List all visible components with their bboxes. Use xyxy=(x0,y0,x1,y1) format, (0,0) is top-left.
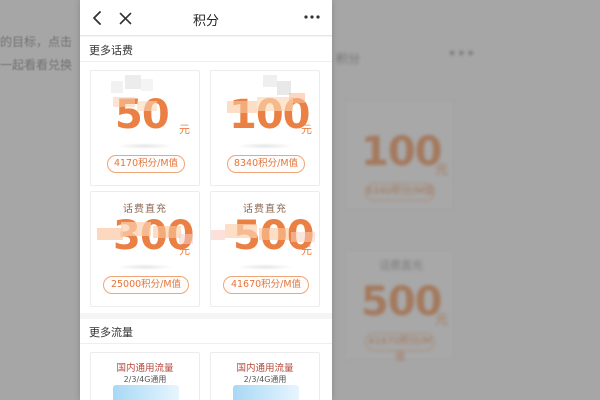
section-more-data: 更多流量 国内通用流量 2/3/4G通用 国内通用流量 2/3/4G通用 xyxy=(80,319,332,400)
data-card-subtitle: 2/3/4G通用 xyxy=(243,375,287,384)
more-button[interactable] xyxy=(302,7,322,27)
card-amount: 50 xyxy=(115,92,170,138)
card-amount-wrap: 300 元 xyxy=(91,212,199,262)
section-title: 更多流量 xyxy=(89,326,133,339)
data-card-title: 国内通用流量 xyxy=(116,363,174,374)
card-unit: 元 xyxy=(301,123,312,136)
card-points-pill: 8340积分/M值 xyxy=(227,155,305,173)
card-points-pill: 41670积分/M值 xyxy=(223,276,309,294)
card-shadow xyxy=(117,143,173,149)
credit-card-100[interactable]: 100 元 8340积分/M值 xyxy=(210,70,320,186)
card-points-pill: 25000积分/M值 xyxy=(103,276,189,294)
card-amount: 100 xyxy=(229,92,310,138)
data-card-amount-blurred xyxy=(233,385,299,400)
section-divider xyxy=(80,343,332,344)
credit-card-500[interactable]: 话费直充 500 元 41670积分/M值 xyxy=(210,191,320,307)
card-shadow xyxy=(117,264,173,270)
section-title: 更多话费 xyxy=(89,44,133,57)
card-shadow xyxy=(237,143,293,149)
data-card-subtitle: 2/3/4G通用 xyxy=(123,375,167,384)
data-card[interactable]: 国内通用流量 2/3/4G通用 xyxy=(210,352,320,400)
card-amount-wrap: 500 元 xyxy=(211,212,319,262)
credit-card-50[interactable]: 50 元 4170积分/M值 xyxy=(90,70,200,186)
card-amount-wrap: 50 元 xyxy=(91,91,199,141)
card-amount-wrap: 100 元 xyxy=(211,91,319,141)
section-divider xyxy=(80,61,332,62)
card-unit: 元 xyxy=(179,123,190,136)
points-panel: 积分 更多话费 50 元 4170积分/M值 100 元 8340积分/M值 话… xyxy=(80,0,332,400)
card-unit: 元 xyxy=(179,244,190,257)
card-unit: 元 xyxy=(301,244,312,257)
more-dots-icon xyxy=(304,15,320,19)
credit-card-300[interactable]: 话费直充 300 元 25000积分/M值 xyxy=(90,191,200,307)
data-card-amount-blurred xyxy=(113,385,179,400)
nav-bar: 积分 xyxy=(80,0,332,36)
data-card[interactable]: 国内通用流量 2/3/4G通用 xyxy=(90,352,200,400)
data-card-title: 国内通用流量 xyxy=(236,363,294,374)
page-title: 积分 xyxy=(192,14,219,29)
section-more-phone-credit: 更多话费 50 元 4170积分/M值 100 元 8340积分/M值 话费直充… xyxy=(80,37,332,313)
card-shadow xyxy=(237,264,293,270)
card-points-pill: 4170积分/M值 xyxy=(107,155,185,173)
